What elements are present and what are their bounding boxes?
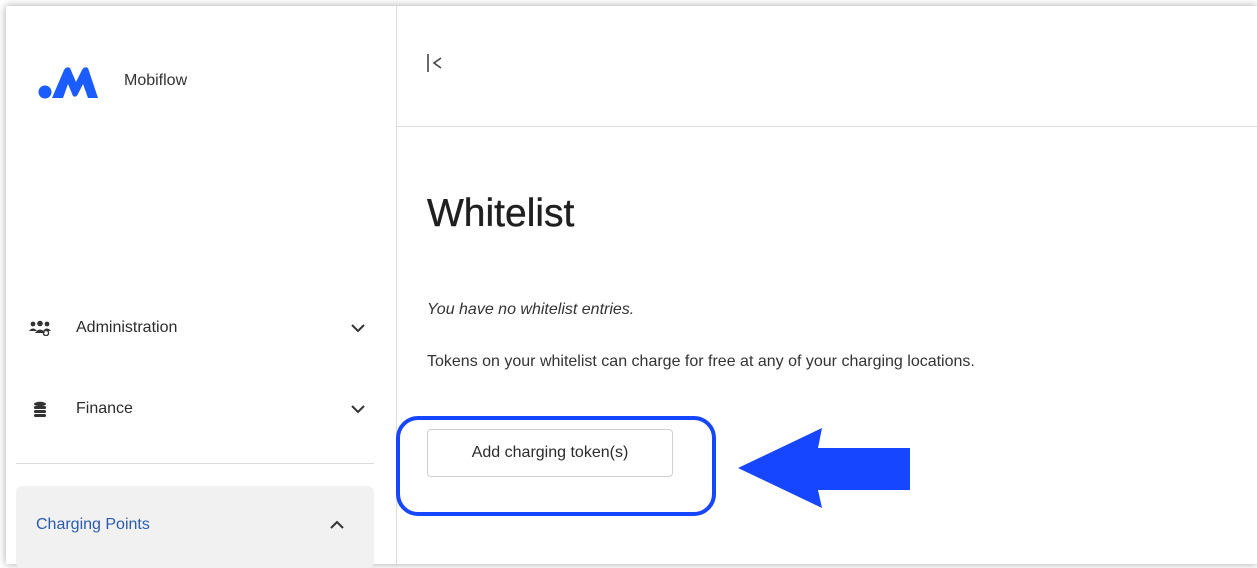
sidebar-item-label: Administration	[76, 319, 178, 336]
users-group-icon	[28, 318, 52, 338]
topbar	[397, 6, 1257, 127]
sidebar-item-label: Charging Points	[36, 516, 150, 533]
brand[interactable]: Mobiflow	[38, 64, 187, 100]
sidebar-item-charging-points[interactable]: Charging Points	[16, 486, 374, 568]
whitelist-info-text: Tokens on your whitelist can charge for …	[427, 353, 975, 370]
coins-stack-icon	[28, 399, 52, 419]
chevron-down-icon	[351, 324, 365, 333]
collapse-sidebar-icon[interactable]	[425, 52, 447, 74]
empty-state-message: You have no whitelist entries.	[427, 301, 635, 318]
add-charging-token-button[interactable]: Add charging token(s)	[427, 429, 673, 477]
page-title: Whitelist	[427, 192, 575, 235]
mobiflow-logo-icon	[38, 67, 98, 99]
sidebar-item-finance[interactable]: Finance	[20, 387, 378, 431]
brand-name: Mobiflow	[124, 72, 188, 89]
sidebar: Mobiflow Administration Finance Charging…	[6, 6, 397, 568]
chevron-down-icon	[351, 405, 365, 414]
sidebar-item-administration[interactable]: Administration	[20, 306, 378, 350]
chevron-up-icon	[330, 520, 344, 529]
sidebar-item-label: Finance	[76, 400, 133, 417]
app-window: Mobiflow Administration Finance Charging…	[6, 6, 1257, 568]
sidebar-divider	[16, 463, 374, 464]
